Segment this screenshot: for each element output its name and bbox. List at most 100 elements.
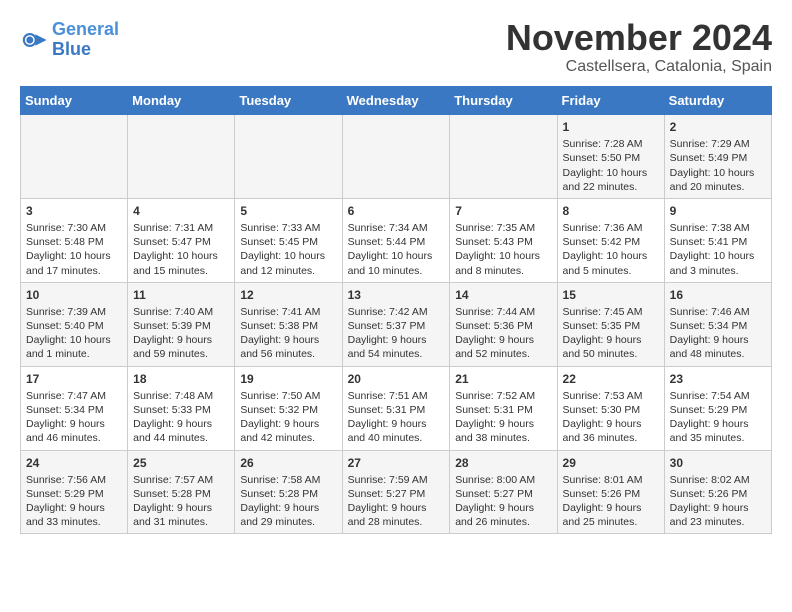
day-info: Sunrise: 7:41 AM Sunset: 5:38 PM Dayligh… <box>240 305 336 362</box>
logo: General Blue <box>20 20 119 60</box>
day-number: 2 <box>670 119 766 135</box>
calendar-cell: 14 Sunrise: 7:44 AM Sunset: 5:36 PM Dayli… <box>450 282 557 366</box>
day-number: 8 <box>563 203 659 219</box>
day-number: 7 <box>455 203 551 219</box>
calendar-cell: 12 Sunrise: 7:41 AM Sunset: 5:38 PM Dayli… <box>235 282 342 366</box>
calendar-cell: 8 Sunrise: 7:36 AM Sunset: 5:42 PM Daylig… <box>557 198 664 282</box>
day-info: Sunrise: 7:59 AM Sunset: 5:27 PM Dayligh… <box>348 473 445 530</box>
calendar-cell: 22 Sunrise: 7:53 AM Sunset: 5:30 PM Dayli… <box>557 366 664 450</box>
day-info: Sunrise: 7:45 AM Sunset: 5:35 PM Dayligh… <box>563 305 659 362</box>
calendar-week-row: 1Sunrise: 7:28 AM Sunset: 5:50 PM Daylig… <box>21 115 772 199</box>
day-number: 24 <box>26 455 122 471</box>
day-info: Sunrise: 7:56 AM Sunset: 5:29 PM Dayligh… <box>26 473 122 530</box>
day-number: 26 <box>240 455 336 471</box>
day-info: Sunrise: 7:48 AM Sunset: 5:33 PM Dayligh… <box>133 389 229 446</box>
day-number: 16 <box>670 287 766 303</box>
day-number: 17 <box>26 371 122 387</box>
calendar-week-row: 10Sunrise: 7:39 AM Sunset: 5:40 PM Dayli… <box>21 282 772 366</box>
calendar-cell: 26 Sunrise: 7:58 AM Sunset: 5:28 PM Dayli… <box>235 450 342 534</box>
day-info: Sunrise: 7:46 AM Sunset: 5:34 PM Dayligh… <box>670 305 766 362</box>
day-number: 18 <box>133 371 229 387</box>
day-info: Sunrise: 7:58 AM Sunset: 5:28 PM Dayligh… <box>240 473 336 530</box>
calendar-cell: 21 Sunrise: 7:52 AM Sunset: 5:31 PM Dayli… <box>450 366 557 450</box>
day-number: 21 <box>455 371 551 387</box>
day-info: Sunrise: 7:29 AM Sunset: 5:49 PM Dayligh… <box>670 137 766 194</box>
day-info: Sunrise: 7:50 AM Sunset: 5:32 PM Dayligh… <box>240 389 336 446</box>
day-info: Sunrise: 7:52 AM Sunset: 5:31 PM Dayligh… <box>455 389 551 446</box>
day-number: 9 <box>670 203 766 219</box>
day-info: Sunrise: 7:57 AM Sunset: 5:28 PM Dayligh… <box>133 473 229 530</box>
logo-text: General Blue <box>52 20 119 60</box>
calendar-cell: 5 Sunrise: 7:33 AM Sunset: 5:45 PM Daylig… <box>235 198 342 282</box>
day-number: 10 <box>26 287 122 303</box>
calendar-cell: 9 Sunrise: 7:38 AM Sunset: 5:41 PM Daylig… <box>664 198 771 282</box>
day-info: Sunrise: 7:36 AM Sunset: 5:42 PM Dayligh… <box>563 221 659 278</box>
day-number: 23 <box>670 371 766 387</box>
day-info: Sunrise: 7:38 AM Sunset: 5:41 PM Dayligh… <box>670 221 766 278</box>
day-info: Sunrise: 7:42 AM Sunset: 5:37 PM Dayligh… <box>348 305 445 362</box>
day-number: 20 <box>348 371 445 387</box>
calendar-cell: 24 Sunrise: 7:56 AM Sunset: 5:29 PM Dayli… <box>21 450 128 534</box>
day-number: 28 <box>455 455 551 471</box>
calendar-cell: 13 Sunrise: 7:42 AM Sunset: 5:37 PM Dayli… <box>342 282 450 366</box>
weekday-header-monday: Monday <box>128 87 235 115</box>
calendar-body: 1Sunrise: 7:28 AM Sunset: 5:50 PM Daylig… <box>21 115 772 534</box>
title-section: November 2024 Castellsera, Catalonia, Sp… <box>506 20 772 76</box>
day-info: Sunrise: 7:31 AM Sunset: 5:47 PM Dayligh… <box>133 221 229 278</box>
calendar-week-row: 17Sunrise: 7:47 AM Sunset: 5:34 PM Dayli… <box>21 366 772 450</box>
calendar-cell: 10Sunrise: 7:39 AM Sunset: 5:40 PM Dayli… <box>21 282 128 366</box>
day-number: 30 <box>670 455 766 471</box>
day-info: Sunrise: 7:40 AM Sunset: 5:39 PM Dayligh… <box>133 305 229 362</box>
day-number: 13 <box>348 287 445 303</box>
calendar-cell: 23 Sunrise: 7:54 AM Sunset: 5:29 PM Dayli… <box>664 366 771 450</box>
day-number: 25 <box>133 455 229 471</box>
calendar-cell <box>21 115 128 199</box>
day-number: 14 <box>455 287 551 303</box>
calendar-cell: 19 Sunrise: 7:50 AM Sunset: 5:32 PM Dayli… <box>235 366 342 450</box>
calendar-cell: 18 Sunrise: 7:48 AM Sunset: 5:33 PM Dayli… <box>128 366 235 450</box>
calendar-cell <box>235 115 342 199</box>
calendar-cell: 25 Sunrise: 7:57 AM Sunset: 5:28 PM Dayli… <box>128 450 235 534</box>
calendar-week-row: 3Sunrise: 7:30 AM Sunset: 5:48 PM Daylig… <box>21 198 772 282</box>
month-year-title: November 2024 <box>506 20 772 56</box>
day-info: Sunrise: 8:02 AM Sunset: 5:26 PM Dayligh… <box>670 473 766 530</box>
day-info: Sunrise: 7:34 AM Sunset: 5:44 PM Dayligh… <box>348 221 445 278</box>
day-info: Sunrise: 7:44 AM Sunset: 5:36 PM Dayligh… <box>455 305 551 362</box>
calendar-cell: 15Sunrise: 7:45 AM Sunset: 5:35 PM Dayli… <box>557 282 664 366</box>
calendar-cell: 1Sunrise: 7:28 AM Sunset: 5:50 PM Daylig… <box>557 115 664 199</box>
day-info: Sunrise: 7:51 AM Sunset: 5:31 PM Dayligh… <box>348 389 445 446</box>
day-info: Sunrise: 7:35 AM Sunset: 5:43 PM Dayligh… <box>455 221 551 278</box>
calendar-cell: 3Sunrise: 7:30 AM Sunset: 5:48 PM Daylig… <box>21 198 128 282</box>
calendar-cell: 6 Sunrise: 7:34 AM Sunset: 5:44 PM Daylig… <box>342 198 450 282</box>
day-number: 19 <box>240 371 336 387</box>
day-info: Sunrise: 8:00 AM Sunset: 5:27 PM Dayligh… <box>455 473 551 530</box>
day-number: 29 <box>563 455 659 471</box>
calendar-cell <box>342 115 450 199</box>
calendar-cell: 20 Sunrise: 7:51 AM Sunset: 5:31 PM Dayli… <box>342 366 450 450</box>
day-number: 22 <box>563 371 659 387</box>
day-number: 11 <box>133 287 229 303</box>
day-info: Sunrise: 7:53 AM Sunset: 5:30 PM Dayligh… <box>563 389 659 446</box>
calendar-cell: 11 Sunrise: 7:40 AM Sunset: 5:39 PM Dayli… <box>128 282 235 366</box>
calendar-cell: 30 Sunrise: 8:02 AM Sunset: 5:26 PM Dayli… <box>664 450 771 534</box>
day-number: 6 <box>348 203 445 219</box>
day-number: 12 <box>240 287 336 303</box>
day-info: Sunrise: 7:33 AM Sunset: 5:45 PM Dayligh… <box>240 221 336 278</box>
weekday-header-saturday: Saturday <box>664 87 771 115</box>
calendar-cell: 28 Sunrise: 8:00 AM Sunset: 5:27 PM Dayli… <box>450 450 557 534</box>
day-number: 5 <box>240 203 336 219</box>
day-info: Sunrise: 8:01 AM Sunset: 5:26 PM Dayligh… <box>563 473 659 530</box>
day-number: 1 <box>563 119 659 135</box>
calendar-cell: 27Sunrise: 7:59 AM Sunset: 5:27 PM Dayli… <box>342 450 450 534</box>
weekday-header-friday: Friday <box>557 87 664 115</box>
day-number: 4 <box>133 203 229 219</box>
day-info: Sunrise: 7:54 AM Sunset: 5:29 PM Dayligh… <box>670 389 766 446</box>
day-number: 3 <box>26 203 122 219</box>
calendar-cell: 2 Sunrise: 7:29 AM Sunset: 5:49 PM Daylig… <box>664 115 771 199</box>
calendar-cell: 16 Sunrise: 7:46 AM Sunset: 5:34 PM Dayli… <box>664 282 771 366</box>
calendar-header: SundayMondayTuesdayWednesdayThursdayFrid… <box>21 87 772 115</box>
calendar-cell <box>128 115 235 199</box>
calendar-cell: 7 Sunrise: 7:35 AM Sunset: 5:43 PM Daylig… <box>450 198 557 282</box>
calendar-table: SundayMondayTuesdayWednesdayThursdayFrid… <box>20 86 772 534</box>
logo-icon <box>20 26 48 54</box>
